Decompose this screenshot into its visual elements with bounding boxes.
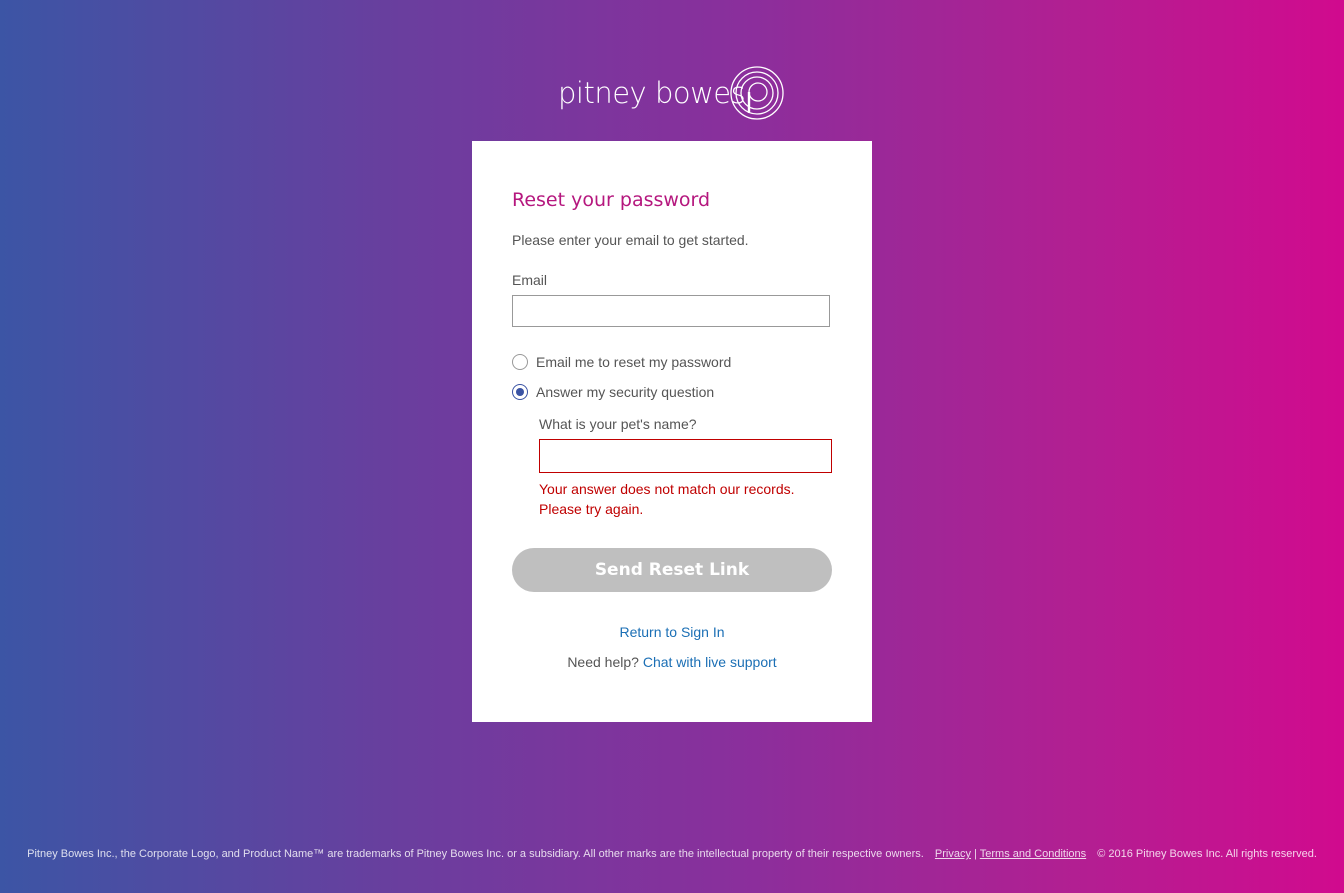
option-security-question[interactable]: Answer my security question [512, 384, 714, 400]
terms-link[interactable]: Terms and Conditions [980, 848, 1086, 860]
help-prefix: Need help? [567, 654, 639, 670]
security-answer-input[interactable] [539, 439, 832, 473]
live-support-link[interactable]: Chat with live support [643, 654, 777, 670]
page-title: Reset your password [512, 189, 711, 211]
radio-label-security-question: Answer my security question [536, 384, 715, 400]
privacy-link[interactable]: Privacy [935, 848, 971, 860]
footer: Pitney Bowes Inc., the Corporate Logo, a… [0, 848, 1344, 860]
logo-text: pitney bowes [558, 76, 746, 110]
return-to-sign-in-link[interactable]: Return to Sign In [472, 624, 872, 640]
help-row: Need help? Chat with live support [472, 654, 872, 670]
intro-text: Please enter your email to get started. [512, 232, 749, 248]
reset-password-card: Reset your password Please enter your em… [472, 141, 872, 722]
email-input[interactable] [512, 295, 830, 327]
email-label: Email [512, 272, 548, 288]
copyright-text: © 2016 Pitney Bowes Inc. All rights rese… [1097, 848, 1317, 860]
option-email-reset[interactable]: Email me to reset my password [512, 354, 731, 370]
radio-label-email-reset: Email me to reset my password [536, 354, 732, 370]
footer-separator: | [974, 848, 977, 860]
radio-security-question[interactable] [512, 384, 528, 400]
send-reset-link-button[interactable]: Send Reset Link [512, 548, 832, 592]
radio-email-reset[interactable] [512, 354, 528, 370]
pitney-bowes-concentric-p-icon [728, 64, 786, 127]
error-message: Your answer does not match our records. … [539, 481, 795, 517]
trademark-text: Pitney Bowes Inc., the Corporate Logo, a… [27, 848, 924, 860]
brand-logo: pitney bowes [558, 64, 788, 122]
security-question-label: What is your pet's name? [539, 416, 697, 432]
